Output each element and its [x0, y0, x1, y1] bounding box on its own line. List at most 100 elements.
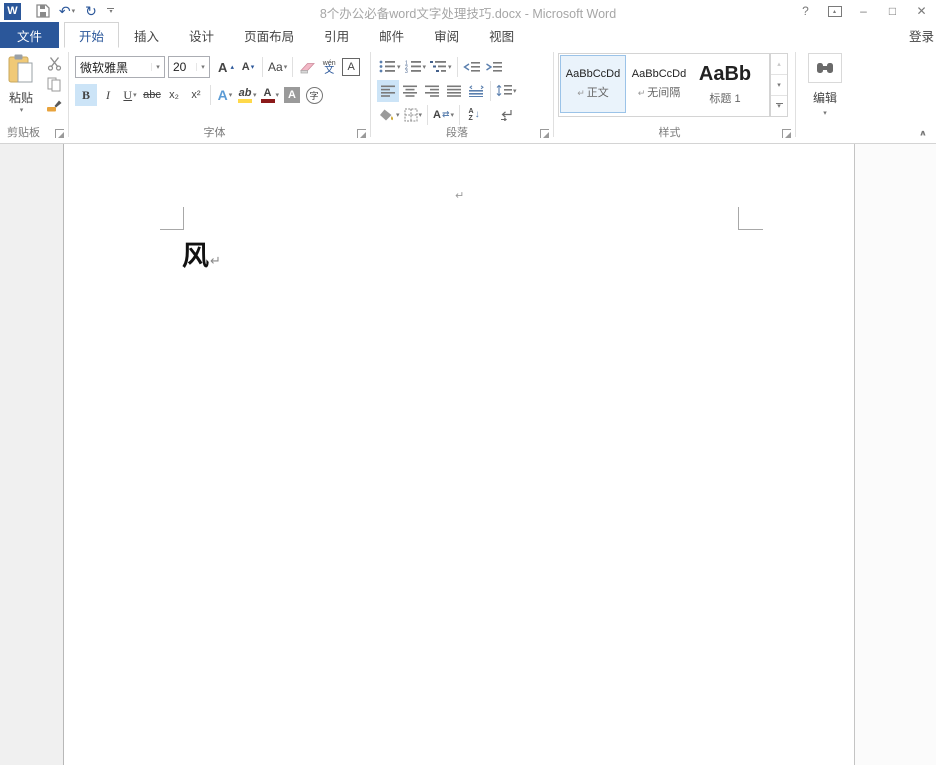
highlight-color-button[interactable]: ab ▾ [236, 84, 259, 106]
underline-dropdown-icon[interactable]: ▾ [133, 91, 137, 99]
tab-insert[interactable]: 插入 [119, 22, 174, 48]
font-size-value: 20 [169, 60, 196, 74]
customize-qat-button[interactable]: ▾ [107, 8, 114, 14]
shrink-font-button[interactable]: A▾ [237, 56, 259, 78]
collapse-ribbon-button[interactable]: ∧ [919, 129, 927, 138]
tab-file[interactable]: 文件 [0, 22, 59, 48]
distribute-button[interactable] [465, 80, 487, 102]
align-right-button[interactable] [421, 80, 443, 102]
copy-button[interactable] [43, 75, 65, 94]
font-name-dropdown-icon[interactable]: ▾ [151, 63, 164, 71]
grow-font-button[interactable]: A▴ [215, 56, 237, 78]
bold-button[interactable]: B [75, 84, 97, 106]
minimize-icon: – [860, 4, 867, 18]
styles-dialog-launcher[interactable] [782, 129, 791, 138]
highlight-icon: ab [238, 88, 252, 103]
tab-view[interactable]: 视图 [474, 22, 529, 48]
asian-layout-icon: A ⇄ [433, 109, 450, 121]
subscript-button[interactable]: x₂ [163, 84, 185, 106]
paragraph-dialog-launcher[interactable] [540, 129, 549, 138]
text-effects-button[interactable]: A ▾ [214, 84, 236, 106]
show-hide-marks-button[interactable] [495, 104, 517, 126]
format-painter-button[interactable] [43, 96, 65, 115]
tab-mailings[interactable]: 邮件 [364, 22, 419, 48]
justify-button[interactable] [443, 80, 465, 102]
clipboard-group-label: 剪贴板 [7, 124, 58, 140]
styles-scroll-down-button[interactable]: ▾ [771, 75, 787, 96]
paragraph-row-1: ▾ 1 2 3 ▾ ▾ [371, 55, 553, 78]
redo-button[interactable]: ↻ [79, 1, 103, 21]
maximize-button[interactable]: □ [878, 1, 907, 21]
paint-bucket-icon [379, 108, 395, 122]
styles-gallery: AaBbCcDd ↵正文 AaBbCcDd ↵无间隔 AaBb 标题 1 [558, 53, 770, 117]
line-spacing-button[interactable]: ▾ [494, 80, 519, 102]
tab-review[interactable]: 审阅 [419, 22, 474, 48]
paste-dropdown-icon[interactable]: ▾ [20, 106, 24, 114]
superscript-button[interactable]: x² [185, 84, 207, 106]
character-border-button[interactable]: A [340, 56, 362, 78]
style-card-normal[interactable]: AaBbCcDd ↵正文 [561, 56, 625, 112]
sort-icon: A Z ↓ [469, 108, 480, 122]
italic-button[interactable]: I [97, 84, 119, 106]
decrease-indent-button[interactable] [461, 56, 483, 78]
tab-home[interactable]: 开始 [64, 22, 119, 48]
ribbon-display-options-icon: ▴ [828, 6, 842, 17]
font-name-combo[interactable]: 微软雅黑 ▾ [75, 56, 165, 78]
editing-dropdown-icon: ▾ [823, 109, 827, 117]
sort-button[interactable]: A Z ↓ [463, 104, 485, 126]
shading-button[interactable]: ▾ [377, 104, 402, 126]
enclose-characters-button[interactable]: 字 [303, 84, 325, 106]
eraser-icon [299, 61, 316, 74]
clear-formatting-button[interactable] [296, 56, 318, 78]
undo-icon: ↶ [59, 3, 71, 20]
document-page[interactable] [64, 144, 855, 765]
ribbon-display-options-button[interactable]: ▴ [820, 1, 849, 21]
editing-menu-button[interactable]: 编辑 ▾ [806, 53, 844, 117]
styles-gallery-more-button[interactable]: ▾ [771, 96, 787, 116]
underline-button[interactable]: U ▾ [119, 84, 141, 106]
sign-in-link[interactable]: 登录 [899, 22, 936, 48]
style-card-heading1[interactable]: AaBb 标题 1 [693, 56, 757, 112]
bullets-button[interactable]: ▾ [377, 56, 403, 78]
undo-dropdown-icon[interactable]: ▾ [72, 7, 76, 15]
phonetic-guide-button[interactable]: wén 文 [318, 56, 340, 78]
tab-references[interactable]: 引用 [309, 22, 364, 48]
close-button[interactable]: ✕ [907, 1, 936, 21]
align-left-icon [381, 85, 396, 97]
align-left-button[interactable] [377, 80, 399, 102]
document-area[interactable]: ↵ 风↵ [0, 144, 936, 765]
save-button[interactable] [31, 1, 55, 21]
cut-button[interactable] [43, 54, 65, 73]
binoculars-box [808, 53, 842, 83]
phonetic-guide-icon: wén 文 [323, 60, 336, 74]
tab-page-layout[interactable]: 页面布局 [229, 22, 309, 48]
paste-button[interactable]: 粘贴 ▾ [3, 54, 39, 128]
increase-indent-button[interactable] [483, 56, 505, 78]
font-size-dropdown-icon[interactable]: ▾ [196, 63, 209, 71]
align-center-icon [403, 85, 418, 97]
window-controls: ? ▴ – □ ✕ [791, 0, 936, 22]
align-center-button[interactable] [399, 80, 421, 102]
asian-layout-button[interactable]: A ⇄ ▾ [431, 104, 456, 126]
font-size-combo[interactable]: 20 ▾ [168, 56, 210, 78]
style-card-no-spacing[interactable]: AaBbCcDd ↵无间隔 [627, 56, 691, 112]
undo-button[interactable]: ↶ ▾ [55, 1, 79, 21]
minimize-button[interactable]: – [849, 1, 878, 21]
tab-design[interactable]: 设计 [174, 22, 229, 48]
font-color-icon: A [261, 88, 275, 103]
font-color-button[interactable]: A ▾ [259, 84, 282, 106]
font-dialog-launcher[interactable] [357, 129, 366, 138]
paragraph-row-3: ▾ ▾ A ⇄ ▾ [371, 103, 553, 126]
document-text[interactable]: 风↵ [182, 242, 221, 277]
character-shading-button[interactable]: A [281, 84, 303, 106]
word-logo-icon[interactable]: W [4, 3, 21, 20]
clipboard-dialog-launcher[interactable] [55, 129, 64, 138]
font-row-1: 微软雅黑 ▾ 20 ▾ A▴ A▾ Aa▾ [69, 56, 370, 78]
change-case-button[interactable]: Aa▾ [266, 56, 289, 78]
numbering-button[interactable]: 1 2 3 ▾ [403, 56, 429, 78]
borders-button[interactable]: ▾ [402, 104, 425, 126]
strikethrough-button[interactable]: abc [141, 84, 163, 106]
help-button[interactable]: ? [791, 1, 820, 21]
multilevel-list-button[interactable]: ▾ [428, 56, 454, 78]
styles-scroll-up-button[interactable]: ▴ [771, 54, 787, 75]
